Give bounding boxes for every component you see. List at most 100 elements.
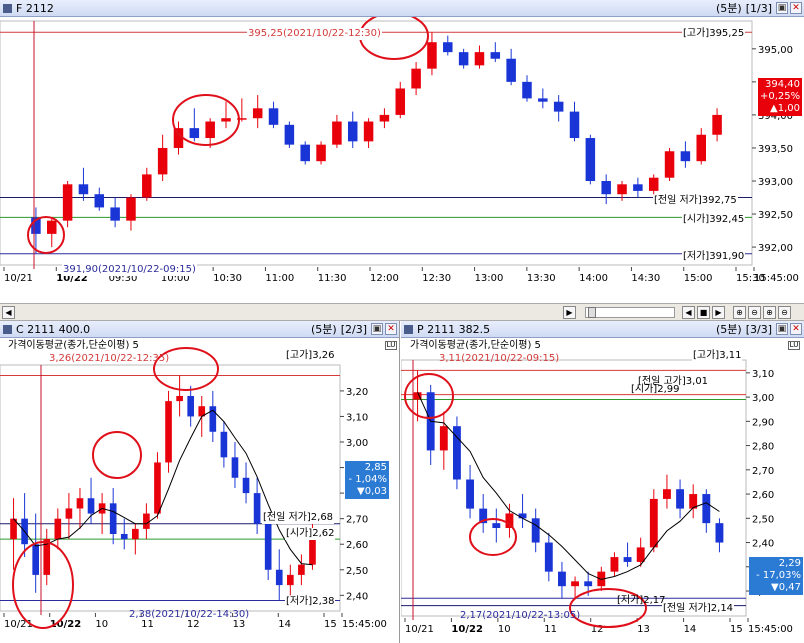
x-tick-label: 14:30 bbox=[631, 273, 660, 284]
call-candlestick-chart[interactable]: 3,203,103,002,902,802,702,602,502,4010/2… bbox=[0, 338, 400, 643]
candle-body bbox=[142, 174, 152, 198]
put-chart-page: [3/3] bbox=[745, 322, 772, 336]
put-chart-panel: P 2111 382.5 (5분) [3/3] ▣ ✕ 3,10 3,00 2,90… bbox=[401, 321, 804, 643]
main-change-pct: +0,25% bbox=[760, 91, 801, 102]
prev-button[interactable]: ◀ bbox=[682, 306, 695, 319]
y-tick-label: 393,00 bbox=[758, 177, 793, 188]
restore-icon[interactable]: ▣ bbox=[776, 2, 788, 14]
candle-body bbox=[252, 108, 263, 119]
put-chart-titlebar[interactable]: P 2111 382.5 (5분) [3/3] ▣ ✕ bbox=[401, 321, 804, 338]
zoom-slider-track[interactable] bbox=[585, 307, 675, 318]
candle-body bbox=[132, 528, 139, 540]
restore-icon[interactable]: ▣ bbox=[776, 323, 788, 335]
candle-body bbox=[87, 498, 95, 514]
x-tick-label: 12:30 bbox=[422, 273, 451, 284]
candle-body bbox=[253, 493, 261, 524]
candle-body bbox=[571, 581, 579, 587]
y-tick-label: 392,50 bbox=[758, 210, 793, 221]
put-candlestick-chart[interactable]: 3,103,002,902,802,702,602,502,402,302,20… bbox=[401, 338, 804, 643]
x-tick-label: 10/21 bbox=[405, 624, 434, 635]
candle-body bbox=[676, 489, 684, 509]
zoom-in-2-icon[interactable]: ⊕ bbox=[763, 306, 776, 319]
candle-body bbox=[110, 207, 120, 221]
candle-body bbox=[466, 479, 474, 509]
chart-window-icon bbox=[404, 324, 413, 334]
y-tick-label: 2,70 bbox=[752, 466, 774, 477]
candle-body bbox=[242, 477, 250, 494]
y-tick-label: 3,10 bbox=[752, 369, 774, 380]
zoom-slider-thumb[interactable] bbox=[588, 307, 596, 318]
put-change-pct: - 17,03% bbox=[756, 570, 801, 581]
candle-body bbox=[78, 184, 89, 195]
put-price: 2,29 bbox=[778, 558, 801, 569]
put-current-price-tag: 2,29 - 17,03% ▼0,47 bbox=[749, 557, 803, 595]
main-level-prev-low: [전일 저가]392,75 bbox=[653, 195, 738, 207]
candle-body bbox=[109, 503, 117, 534]
main-chart-interval[interactable]: (5분) bbox=[716, 0, 742, 16]
chart-navigation-bar: ◀ ▶ ◀ ■ ▶ ⊕ ⊖ ⊕ ⊖ bbox=[0, 303, 804, 321]
candle-body bbox=[143, 513, 150, 529]
x-tick-label: 15:00 bbox=[684, 273, 713, 284]
candle-body bbox=[264, 523, 272, 570]
legend-toggle-icon[interactable]: LU bbox=[385, 341, 397, 350]
y-tick-label: 2,40 bbox=[346, 591, 368, 602]
put-high-marker-label: 3,11(2021/10/22-09:15) bbox=[439, 353, 560, 364]
candle-body bbox=[268, 108, 279, 125]
call-chart-interval[interactable]: (5분) bbox=[311, 321, 337, 337]
call-current-price-tag: 2,85 - 1,04% ▼0,03 bbox=[345, 461, 389, 499]
candle-body bbox=[584, 581, 593, 587]
restore-icon[interactable]: ▣ bbox=[371, 323, 383, 335]
candle-body bbox=[492, 523, 501, 528]
candle-body bbox=[316, 144, 326, 162]
main-chart-titlebar[interactable]: F 2112 (5분) [1/3] ▣ ✕ bbox=[0, 0, 804, 17]
candle-body bbox=[347, 121, 358, 142]
close-icon[interactable]: ✕ bbox=[790, 323, 802, 335]
close-icon[interactable]: ✕ bbox=[790, 2, 802, 14]
next-button[interactable]: ▶ bbox=[712, 306, 725, 319]
candle-body bbox=[298, 564, 305, 575]
x-tick-label: 10 bbox=[95, 619, 108, 630]
zoom-out-icon[interactable]: ⊖ bbox=[748, 306, 761, 319]
y-tick-label: 2,70 bbox=[346, 515, 368, 526]
candle-body bbox=[427, 42, 437, 69]
y-tick-label: 2,40 bbox=[752, 539, 774, 550]
chart-window-icon bbox=[3, 3, 12, 13]
candle-body bbox=[633, 184, 643, 191]
y-tick-label: 3,20 bbox=[346, 387, 368, 398]
x-tick-label: 10/21 bbox=[4, 619, 33, 630]
call-level-low: [저가]2,38 bbox=[285, 596, 336, 608]
candle-body bbox=[601, 181, 611, 195]
candle-body bbox=[636, 547, 645, 562]
call-chart-titlebar[interactable]: C 2111 400.0 (5분) [2/3] ▣ ✕ bbox=[0, 321, 399, 338]
close-icon[interactable]: ✕ bbox=[385, 323, 397, 335]
candle-body bbox=[663, 489, 671, 499]
x-tick-label: 15 bbox=[730, 624, 743, 635]
put-chart-interval[interactable]: (5분) bbox=[716, 321, 742, 337]
candle-body bbox=[187, 396, 194, 417]
x-tick-label: 15:45:00 bbox=[748, 624, 793, 635]
x-tick-label: 10/22 bbox=[451, 624, 483, 635]
main-price: 394,40 bbox=[765, 79, 800, 90]
y-tick-label: 2,80 bbox=[752, 442, 774, 453]
y-tick-label: 2,50 bbox=[752, 514, 774, 525]
scroll-right-button[interactable]: ▶ bbox=[563, 306, 576, 319]
candle-body bbox=[522, 81, 532, 99]
main-level-high: [고가]395,25 bbox=[682, 28, 746, 40]
candle-body bbox=[205, 121, 215, 139]
plot-area bbox=[0, 20, 753, 266]
legend-toggle-icon[interactable]: LU bbox=[788, 341, 800, 350]
candle-body bbox=[569, 111, 580, 139]
scroll-left-button[interactable]: ◀ bbox=[2, 306, 15, 319]
zoom-out-2-icon[interactable]: ⊖ bbox=[778, 306, 791, 319]
candle-body bbox=[165, 401, 172, 463]
candle-body bbox=[221, 118, 231, 122]
candle-body bbox=[538, 98, 548, 102]
call-level-open: [시가]2,62 bbox=[285, 528, 336, 540]
candle-body bbox=[649, 498, 658, 548]
call-price: 2,85 bbox=[364, 462, 387, 473]
zoom-in-icon[interactable]: ⊕ bbox=[733, 306, 746, 319]
stop-button[interactable]: ■ bbox=[697, 306, 710, 319]
candle-body bbox=[157, 147, 168, 175]
candle-body bbox=[32, 544, 39, 575]
call-chart-page: [2/3] bbox=[340, 322, 367, 336]
